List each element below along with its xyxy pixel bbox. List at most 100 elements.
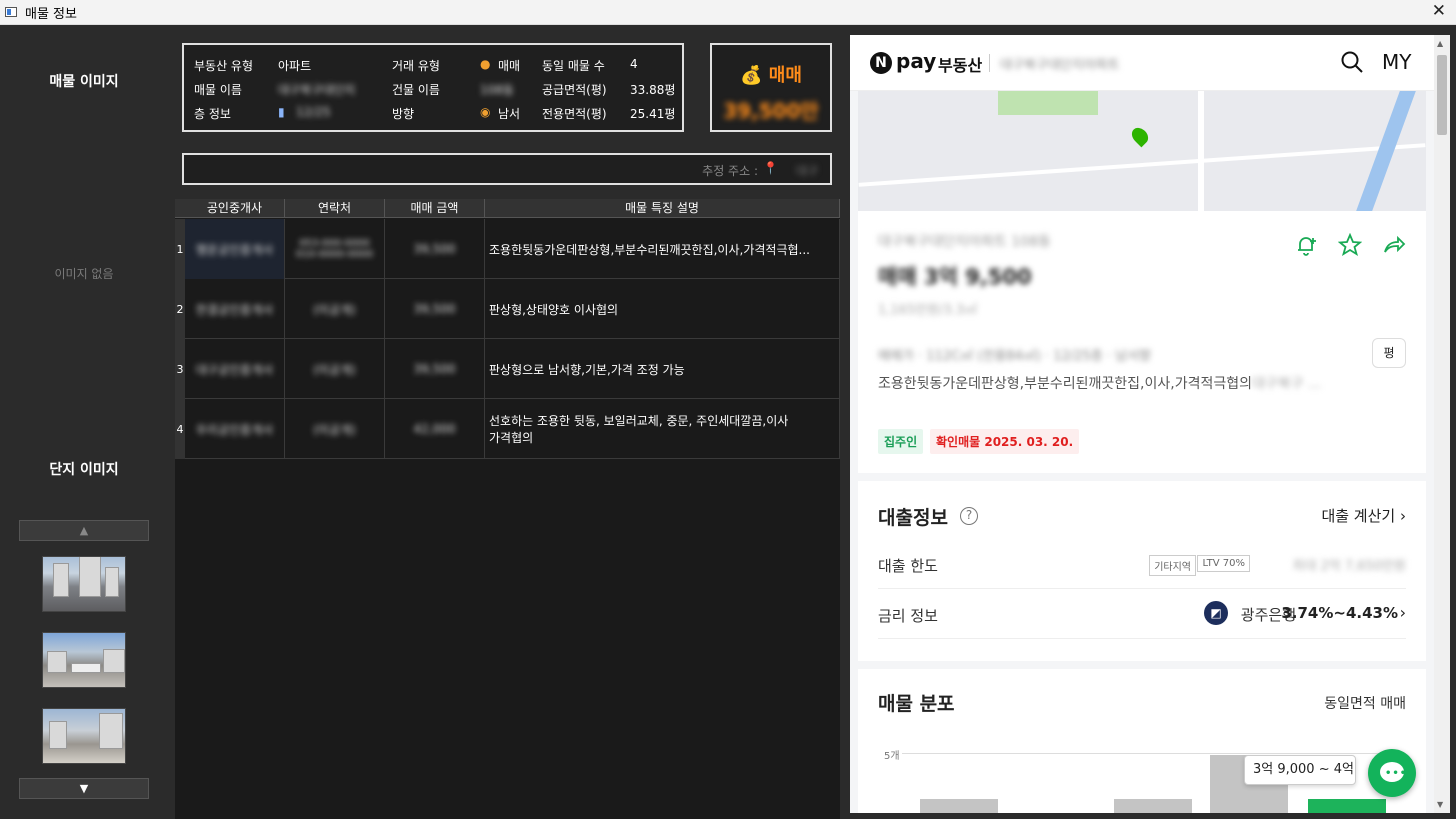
- chevron-right-icon: ›: [1400, 507, 1406, 525]
- building-icon: ▮: [278, 105, 285, 119]
- listing-name-label: 매물 이름: [194, 83, 242, 97]
- property-type-value: 아파트: [278, 59, 312, 73]
- table-row[interactable]: 1 행운공인중개사 053-000-0000 010-0000-0000 39,…: [175, 219, 840, 279]
- loan-title: 대출정보: [878, 507, 948, 529]
- header-divider: [989, 54, 990, 72]
- bank-rate: 3.74%~4.43%: [1281, 604, 1398, 622]
- chat-button[interactable]: •••: [1368, 749, 1416, 797]
- bell-plus-icon[interactable]: [1294, 233, 1318, 257]
- estate-logo[interactable]: 부동산: [938, 52, 982, 76]
- price-cell: 39,500: [385, 279, 485, 339]
- pyeong-toggle-button[interactable]: 평: [1372, 338, 1406, 368]
- table-row[interactable]: 3 대구공인중개사 (미공개) 39,500 판상형으로 남서향,기본,가격 조…: [175, 339, 840, 399]
- loan-calculator-link[interactable]: 대출 계산기 ›: [1321, 505, 1406, 526]
- scroll-up-button[interactable]: ▲: [19, 520, 149, 541]
- complex-thumbnail-1[interactable]: [42, 556, 126, 612]
- description-cell: 조용한뒷동가운데판상형,부분수리된깨끗한집,이사,가격적극협...: [485, 219, 840, 279]
- browser-scrollbar[interactable]: ▲ ▼: [1434, 35, 1450, 813]
- listing-image-title: 매물 이미지: [49, 74, 119, 90]
- distribution-bar-selected[interactable]: [1308, 799, 1386, 813]
- distribution-filter[interactable]: 동일면적 매매: [1324, 693, 1406, 713]
- table-row[interactable]: 2 한결공인중개사 (미공개) 39,500 판상형,상태양호 이사협의: [175, 279, 840, 339]
- floor-label: 층 정보: [194, 107, 231, 121]
- region-badge: 기타지역: [1149, 555, 1196, 576]
- window-title: 매물 정보: [25, 6, 77, 22]
- complex-thumbnail-3[interactable]: [42, 708, 126, 764]
- share-icon[interactable]: [1382, 233, 1406, 257]
- scroll-down-icon[interactable]: ▼: [1437, 800, 1443, 809]
- agent-cell: 행운공인중개사: [185, 219, 285, 279]
- building-value: 108동: [480, 83, 514, 97]
- listing-info-box: 부동산 유형 아파트 매물 이름 대구북구대단지 층 정보 ▮ 12/25 거래…: [182, 43, 684, 132]
- main-panel: 부동산 유형 아파트 매물 이름 대구북구대단지 층 정보 ▮ 12/25 거래…: [168, 25, 848, 819]
- property-type-label: 부동산 유형: [194, 59, 254, 73]
- header-price[interactable]: 매매 금액: [385, 199, 485, 218]
- money-bag-icon: ●: [480, 57, 491, 71]
- left-sidebar: 매물 이미지 이미지 없음 단지 이미지 ▲ ▼: [0, 25, 168, 819]
- listing-description: 조용한뒷동가운데판상형,부분수리된깨끗한집,이사,가격적극협의대구북구 ...: [878, 376, 1322, 392]
- browser-header: N pay 부동산 대구북구대단지아파트 MY: [850, 35, 1434, 91]
- compass-icon: ◉: [480, 105, 491, 119]
- description-cell: 판상형,상태양호 이사협의: [485, 279, 840, 339]
- supply-area-value: 33.88평: [630, 83, 676, 97]
- contact-cell: (미공개): [285, 339, 385, 399]
- description-cell: 선호하는 조용한 뒷동, 보일러교체, 중문, 주인세대깔끔,이사 가격협의: [485, 399, 840, 459]
- scroll-up-icon[interactable]: ▲: [1437, 39, 1443, 48]
- listing-price: 매매 3억 9,500: [878, 265, 1032, 289]
- header-contact[interactable]: 연락처: [285, 199, 385, 218]
- close-icon[interactable]: ✕: [1432, 1, 1446, 21]
- complex-thumbnail-2[interactable]: [42, 632, 126, 688]
- pay-logo[interactable]: pay: [896, 49, 936, 73]
- row-number: 1: [175, 219, 185, 279]
- listing-spec: 매매가 · 112C㎡ (전용84㎡) · 12/25층 · 남서향: [878, 349, 1152, 364]
- map-marker-icon[interactable]: [1128, 124, 1152, 148]
- bank-logo-icon: ◩: [1204, 601, 1228, 625]
- confirmed-listing-tag: 확인매물 2025. 03. 20.: [930, 429, 1080, 454]
- loan-card: 대출정보 ? 대출 계산기 › 대출 한도 기타지역 LTV 70% 최대 2억…: [858, 481, 1426, 661]
- header-agent[interactable]: 공인중개사: [185, 199, 285, 218]
- star-icon[interactable]: [1338, 233, 1362, 257]
- scrollbar-thumb[interactable]: [1437, 55, 1447, 135]
- contact-cell: 053-000-0000 010-0000-0000: [285, 219, 385, 279]
- trade-type-value: 매매: [498, 59, 521, 73]
- direction-value: 남서: [498, 107, 521, 121]
- supply-area-label: 공급면적(평): [542, 83, 607, 97]
- naver-logo[interactable]: N: [870, 52, 892, 74]
- agents-table: 공인중개사 연락처 매매 금액 매물 특징 설명 1 행운공인중개사 053-0…: [175, 199, 840, 819]
- embedded-browser: N pay 부동산 대구북구대단지아파트 MY 대구북구대단지아파트 108동 …: [850, 35, 1434, 813]
- chart-gridline: [902, 753, 1402, 754]
- distribution-card: 매물 분포 동일면적 매매 5개 3억 9,000 ~ 4억 (2: [858, 669, 1426, 813]
- listing-card: 대구북구대단지아파트 108동 매매 3억 9,500 1,165만원/3.3㎡…: [858, 211, 1426, 473]
- window-titlebar: 매물 정보 ✕: [0, 0, 1456, 25]
- help-icon[interactable]: ?: [960, 507, 978, 525]
- pin-icon: 📍: [763, 161, 778, 175]
- money-bag-icon: 💰: [740, 65, 763, 86]
- distribution-tooltip: 3억 9,000 ~ 4억 (2: [1244, 755, 1356, 785]
- price-cell: 42,000: [385, 399, 485, 459]
- row-number: 3: [175, 339, 185, 399]
- scroll-down-button[interactable]: ▼: [19, 778, 149, 799]
- distribution-bar[interactable]: [1114, 799, 1192, 813]
- price-cell: 39,500: [385, 219, 485, 279]
- table-row[interactable]: 4 우리공인중개사 (미공개) 42,000 선호하는 조용한 뒷동, 보일러교…: [175, 399, 840, 459]
- exclusive-area-value: 25.41평: [630, 107, 676, 121]
- listing-address: 대구북구대단지아파트 108동: [878, 234, 1051, 250]
- distribution-title: 매물 분포: [878, 693, 955, 715]
- map-view[interactable]: [858, 91, 1426, 211]
- agent-cell: 우리공인중개사: [185, 399, 285, 459]
- agent-cell: 한결공인중개사: [185, 279, 285, 339]
- contact-cell: (미공개): [285, 399, 385, 459]
- distribution-bar[interactable]: [920, 799, 998, 813]
- description-cell: 판상형으로 남서향,기본,가격 조정 가능: [485, 339, 840, 399]
- interest-rate-row[interactable]: 금리 정보 ◩ 광주은행 3.74%~4.43% ›: [878, 589, 1406, 639]
- same-count-value: 4: [630, 57, 638, 71]
- loan-limit-row: 대출 한도 기타지역 LTV 70% 최대 2억 7,650만원: [878, 539, 1406, 589]
- listing-actions: [1294, 233, 1406, 257]
- direction-label: 방향: [392, 107, 415, 121]
- no-image-text: 이미지 없음: [54, 267, 114, 281]
- header-description[interactable]: 매물 특징 설명: [485, 199, 840, 218]
- complex-name: 대구북구대단지아파트: [1000, 58, 1120, 73]
- building-label: 건물 이름: [392, 83, 440, 97]
- my-button[interactable]: MY: [1382, 50, 1411, 74]
- search-icon[interactable]: [1340, 50, 1364, 74]
